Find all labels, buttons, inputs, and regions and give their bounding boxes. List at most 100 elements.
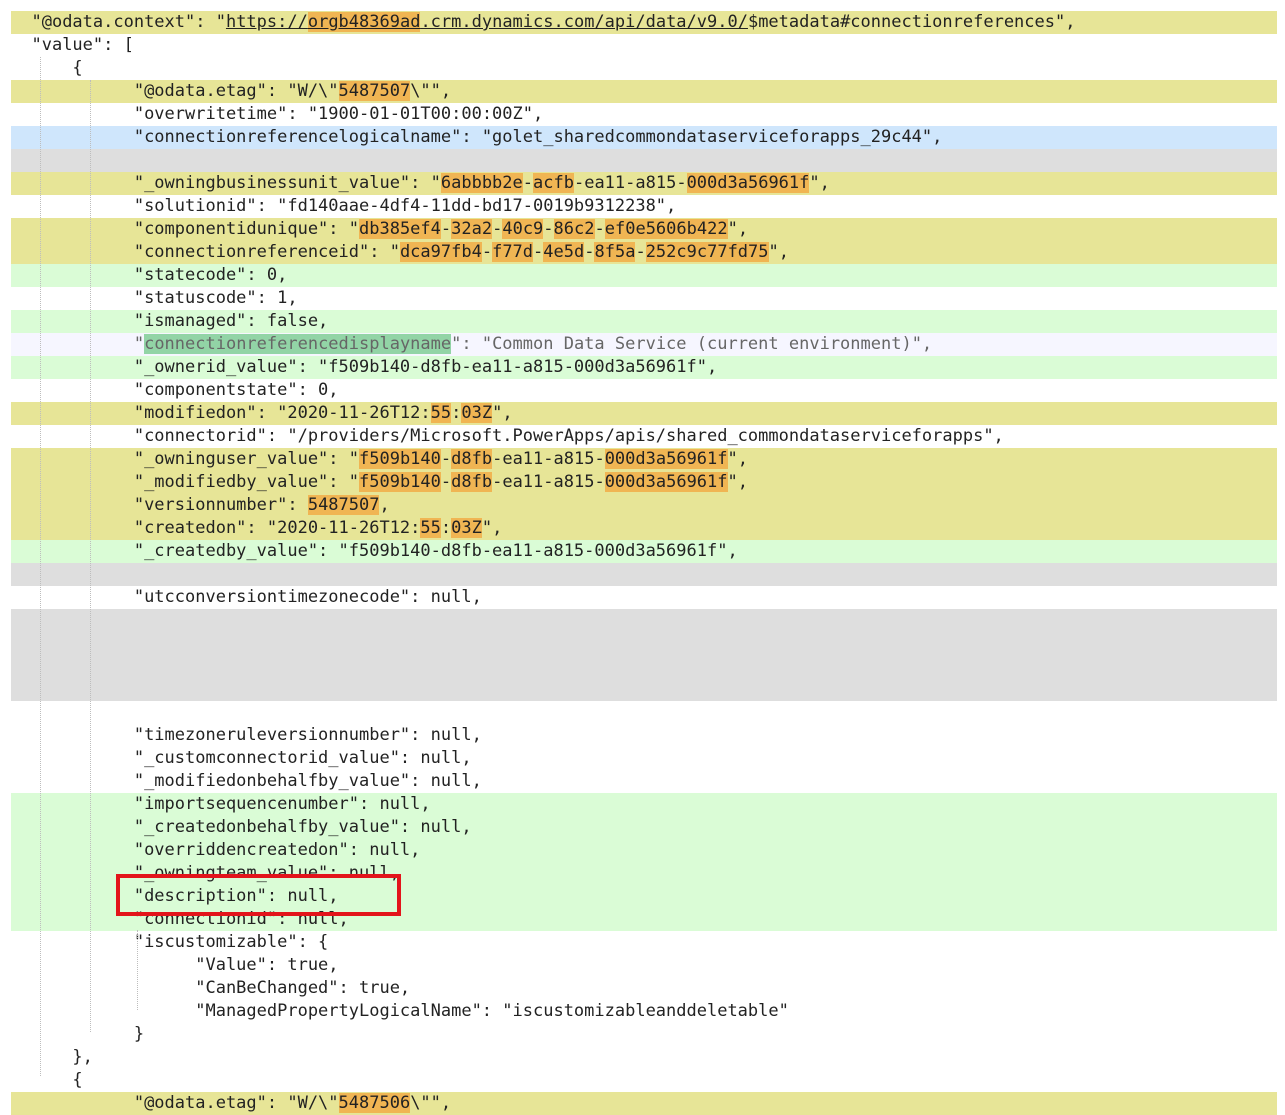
json-token: 6abbbb2e [440,173,523,193]
json-token: { [72,1070,83,1090]
json-token: , [379,495,390,515]
json-line: "Value": true, [11,954,1277,977]
json-token: "statuscode": 1, [133,288,298,308]
json-line: }, [11,1046,1277,1069]
json-line: "versionnumber": 5487507, [11,494,1277,517]
json-token: db385ef4 [359,219,441,239]
json-token[interactable]: https:// [226,12,308,32]
json-token: "_owninguser_value": " [133,449,359,469]
json-token[interactable]: .crm.dynamics.com/api/data/v9.0/ [420,12,748,32]
json-line: "_createdby_value": "f509b140-d8fb-ea11-… [11,540,1277,563]
json-token: "@odata.etag": "W/\" [133,1093,339,1113]
json-token: " [133,334,145,354]
json-line [11,563,1277,586]
json-line: "_owningbusinessunit_value": "6abbbb2e-a… [11,172,1277,195]
json-line: "overwritetime": "1900-01-01T00:00:00Z", [11,103,1277,126]
json-token: "_owningbusinessunit_value": " [133,173,441,193]
json-line [11,701,1277,724]
indent-guide [40,57,41,1076]
indent-guide [90,80,91,1032]
json-token: 000d3a56961f [604,449,728,469]
json-token: "componentidunique": " [133,219,359,239]
json-token: 86c2 [553,219,595,239]
json-token: "createdon": "2020-11-26T12: [133,518,421,538]
json-token: "CanBeChanged": true, [195,978,411,998]
json-token: "value": [ [31,35,134,55]
json-token: "_ownerid_value": "f509b140-d8fb-ea11-a8… [133,357,718,377]
json-token: f509b140 [359,472,441,492]
json-token: "description": null, [133,886,339,906]
json-line: "CanBeChanged": true, [11,977,1277,1000]
json-token: connectionreferencedisplayname [144,334,452,354]
json-token: 55 [420,518,441,538]
json-line: "iscustomizable": { [11,931,1277,954]
json-line [11,609,1277,632]
json-token[interactable]: orgb48369ad [307,12,421,32]
json-token: - [492,219,503,239]
json-token: d8fb [451,449,493,469]
json-token: acfb [533,173,574,193]
json-token: "_createdonbehalfby_value": null, [133,817,472,837]
json-line: "utcconversiontimezonecode": null, [11,586,1277,609]
json-line: "ManagedPropertyLogicalName": "iscustomi… [11,1000,1277,1023]
json-line: "_owninguser_value": "f509b140-d8fb-ea11… [11,448,1277,471]
json-token: }, [72,1047,93,1067]
json-token: - [543,219,554,239]
json-token: - [533,242,544,262]
json-token: ": "Common Data Service (current environ… [451,334,933,354]
json-token: \"", [410,81,452,101]
json-token: "importsequencenumber": null, [133,794,431,814]
json-token: - [440,472,452,492]
json-token: "modifiedon": "2020-11-26T12: [133,403,431,423]
json-token: : [440,518,452,538]
json-line: "_ownerid_value": "f509b140-d8fb-ea11-a8… [11,356,1277,379]
json-token: : [451,403,462,423]
json-line: "timezoneruleversionnumber": null, [11,724,1277,747]
indent-guide [137,930,138,1010]
json-token: "Value": true, [195,955,339,975]
json-line: "@odata.etag": "W/\"5487507\"", [11,80,1277,103]
json-line: "description": null, [11,885,1277,908]
json-token: "_modifiedonbehalfby_value": null, [133,771,482,791]
json-token: 000d3a56961f [686,173,810,193]
json-line: "statuscode": 1, [11,287,1277,310]
json-line: "@odata.context": "https://orgb48369ad.c… [11,11,1277,34]
json-token: ", [481,518,503,538]
json-token: "ismanaged": false, [133,311,329,331]
json-token: 4e5d [543,242,585,262]
json-token: - [635,242,646,262]
json-token: "_owningteam_value": null, [133,863,400,883]
json-line: "value": [ [11,34,1277,57]
json-token: 8f5a [594,242,636,262]
json-token: ", [768,242,789,262]
json-token: - [440,449,452,469]
json-token: "@odata.etag": "W/\" [133,81,339,101]
json-token: "connectionreferenceid": " [133,242,400,262]
json-token: ", [727,472,748,492]
json-line: "overriddencreatedon": null, [11,839,1277,862]
json-token: "connectorid": "/providers/Microsoft.Pow… [133,426,1004,446]
json-line: "_modifiedonbehalfby_value": null, [11,770,1277,793]
json-token: -ea11-a815- [492,449,605,469]
json-line: "importsequencenumber": null, [11,793,1277,816]
